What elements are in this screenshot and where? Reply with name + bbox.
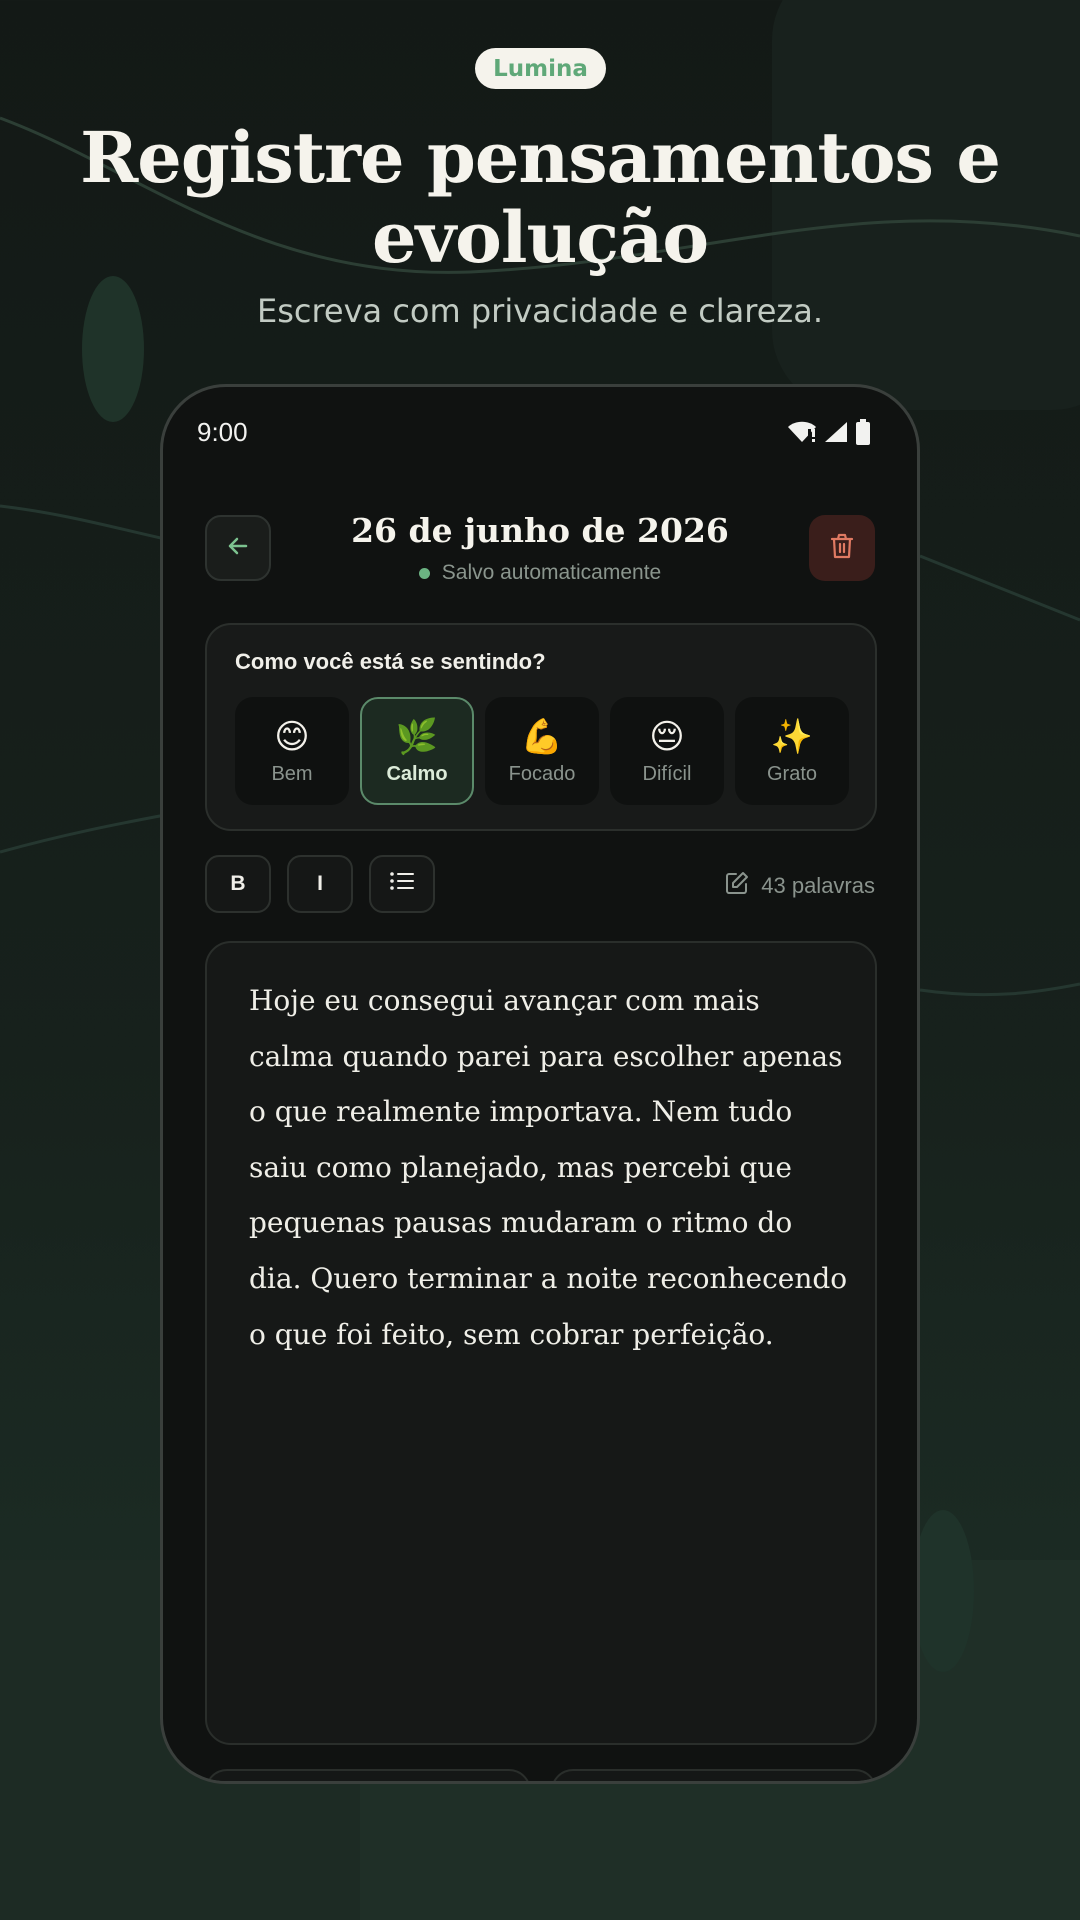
list-icon bbox=[389, 870, 415, 898]
mood-option-focado[interactable]: 💪 Focado bbox=[485, 697, 599, 805]
mood-option-bem[interactable]: 😊 Bem bbox=[235, 697, 349, 805]
mood-option-grato[interactable]: ✨ Grato bbox=[735, 697, 849, 805]
smile-icon: 😊 bbox=[274, 716, 310, 757]
mood-option-dificil[interactable]: 😔 Difícil bbox=[610, 697, 724, 805]
edit-icon bbox=[725, 871, 749, 901]
mood-options: 😊 Bem 🌿 Calmo 💪 Focado 😔 Difícil ✨ Grato bbox=[235, 697, 849, 805]
mood-question: Como você está se sentindo? bbox=[235, 649, 546, 674]
mood-option-calmo[interactable]: 🌿 Calmo bbox=[360, 697, 474, 805]
brand-badge: Lumina bbox=[475, 48, 606, 89]
italic-button[interactable]: I bbox=[287, 855, 353, 913]
mood-label: Difícil bbox=[642, 762, 692, 785]
wifi-alert-icon bbox=[787, 420, 817, 448]
mood-label: Focado bbox=[508, 762, 576, 785]
flexed-arm-icon: 💪 bbox=[520, 716, 564, 757]
word-count: 43 palavras bbox=[725, 871, 875, 901]
mood-label: Calmo bbox=[386, 762, 448, 785]
bottom-card bbox=[551, 1769, 877, 1781]
mood-card: Como você está se sentindo? 😊 Bem 🌿 Calm… bbox=[205, 623, 877, 831]
save-status-text: Salvo automaticamente bbox=[441, 561, 662, 584]
signal-icon bbox=[823, 420, 849, 448]
mood-label: Grato bbox=[766, 762, 818, 785]
hero-title: Registre pensamentos e evolução bbox=[80, 116, 1001, 279]
status-dot bbox=[418, 567, 430, 579]
hero-subtitle: Escreva com privacidade e clareza. bbox=[256, 292, 823, 330]
entry-text[interactable]: Hoje eu consegui avançar com mais calma … bbox=[249, 973, 849, 1362]
bottom-card bbox=[205, 1769, 531, 1781]
trash-icon bbox=[829, 532, 855, 564]
status-icons bbox=[787, 419, 871, 449]
word-count-text: 43 palavras bbox=[761, 873, 875, 898]
battery-icon bbox=[855, 419, 871, 449]
status-time: 9:00 bbox=[197, 417, 248, 447]
mood-label: Bem bbox=[271, 762, 313, 785]
list-button[interactable] bbox=[369, 855, 435, 913]
delete-button[interactable] bbox=[809, 515, 875, 581]
arrow-left-icon bbox=[224, 532, 252, 564]
save-status: Salvo automaticamente bbox=[283, 561, 797, 585]
back-button[interactable] bbox=[205, 515, 271, 581]
sparkles-icon: ✨ bbox=[770, 716, 814, 757]
bold-button[interactable]: B bbox=[205, 855, 271, 913]
entry-editor[interactable]: Hoje eu consegui avançar com mais calma … bbox=[205, 941, 877, 1745]
pensive-face-icon: 😔 bbox=[649, 716, 685, 757]
entry-date: 26 de junho de 2026 bbox=[351, 511, 729, 550]
leaf-icon: 🌿 bbox=[395, 716, 439, 757]
phone-frame: 9:00 26 de junho de 2026 Salvo automatic… bbox=[160, 384, 920, 1784]
